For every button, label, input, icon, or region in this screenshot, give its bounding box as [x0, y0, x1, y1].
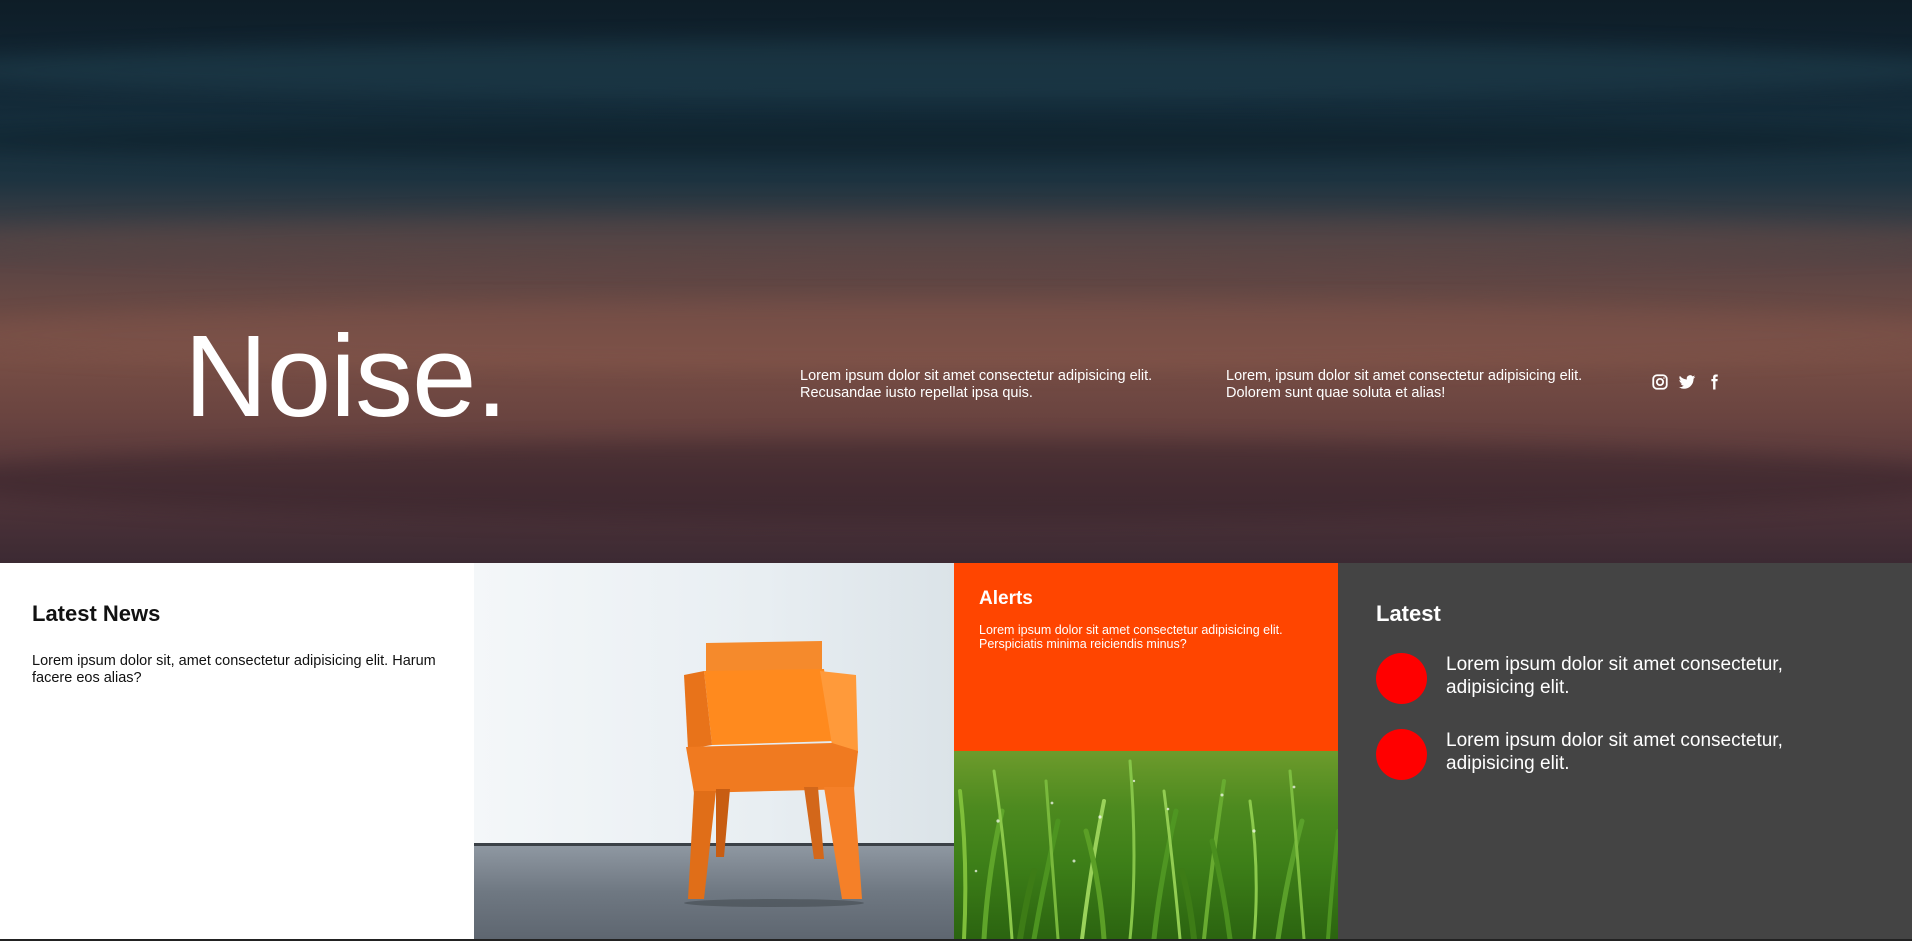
latest-item-dot [1376, 729, 1427, 780]
latest-item-dot [1376, 653, 1427, 704]
facebook-icon[interactable] [1704, 372, 1723, 391]
chair-image [474, 563, 954, 939]
hero-bg-streak [0, 440, 1912, 520]
grass-image [954, 751, 1338, 939]
alerts-column: Alerts Lorem ipsum dolor sit amet consec… [954, 563, 1338, 939]
social-links [1650, 372, 1723, 391]
instagram-icon[interactable] [1650, 372, 1669, 391]
latest-news-text: Lorem ipsum dolor sit, amet consectetur … [32, 653, 436, 686]
orange-chair [684, 641, 864, 907]
latest-panel: Latest Lorem ipsum dolor sit amet consec… [1338, 563, 1912, 939]
alerts-text: Lorem ipsum dolor sit amet consectetur a… [979, 623, 1283, 651]
latest-item-text: Lorem ipsum dolor sit amet consectetur, … [1446, 654, 1783, 698]
twitter-icon[interactable] [1677, 372, 1696, 391]
latest-title: Latest [1376, 601, 1441, 626]
hero-bg-streak [0, 120, 1912, 160]
hero-section: Noise. Lorem ipsum dolor sit amet consec… [0, 0, 1912, 563]
hero-bg-streak [0, 40, 1912, 100]
latest-news-panel: Latest News Lorem ipsum dolor sit, amet … [0, 563, 474, 939]
latest-item[interactable]: Lorem ipsum dolor sit amet consectetur, … [1376, 653, 1876, 707]
site-title: Noise. [184, 311, 508, 441]
hero-text-1: Lorem ipsum dolor sit amet consectetur a… [800, 368, 1153, 401]
alerts-box: Alerts Lorem ipsum dolor sit amet consec… [954, 563, 1338, 751]
latest-news-title: Latest News [32, 601, 161, 626]
latest-item[interactable]: Lorem ipsum dolor sit amet consectetur, … [1376, 729, 1876, 783]
hero-bg-streak [0, 215, 1912, 265]
alerts-title: Alerts [979, 588, 1033, 609]
latest-item-text: Lorem ipsum dolor sit amet consectetur, … [1446, 730, 1783, 774]
grass-blades [958, 759, 1338, 939]
hero-text-2: Lorem, ipsum dolor sit amet consectetur … [1226, 368, 1583, 401]
